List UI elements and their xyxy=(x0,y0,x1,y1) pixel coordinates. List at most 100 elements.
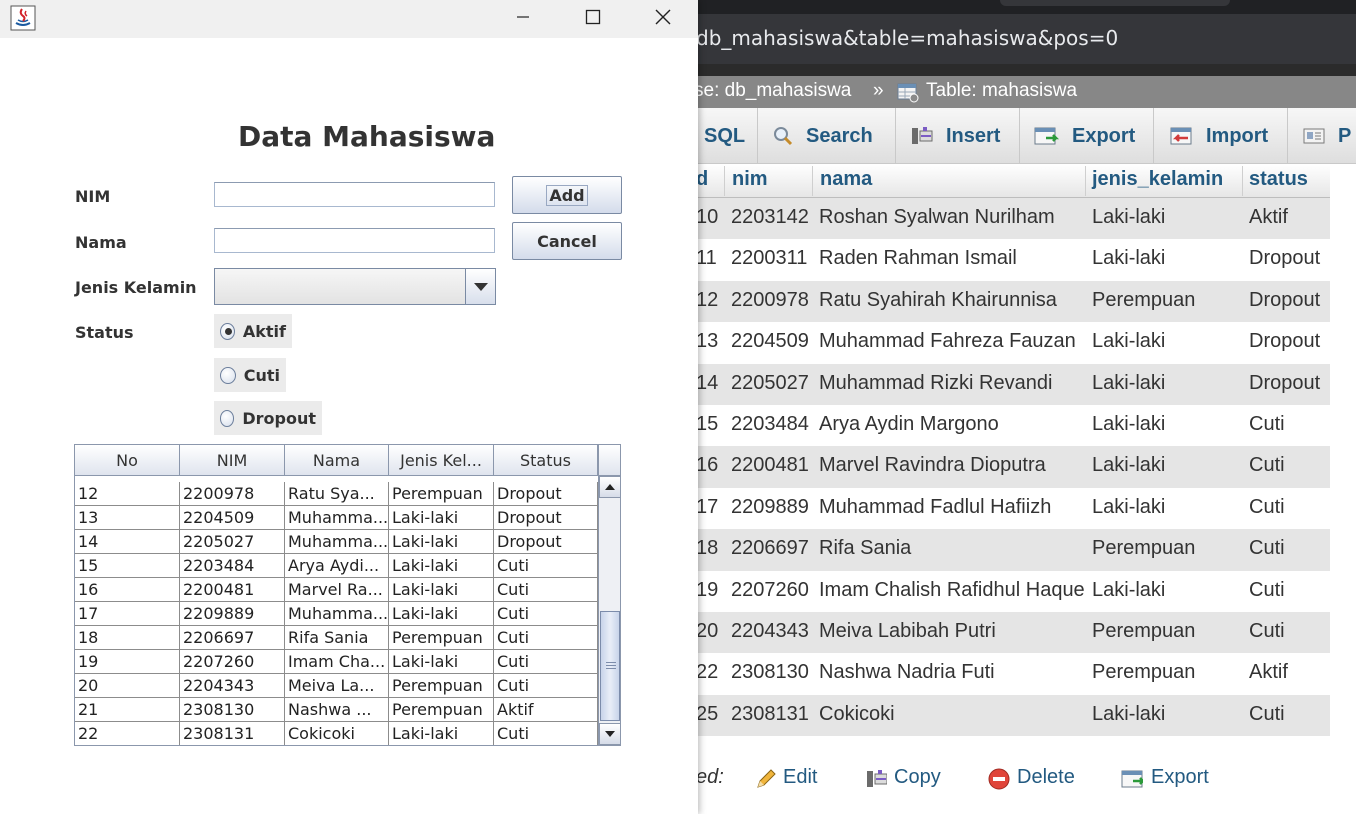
column-header-nim[interactable]: nim xyxy=(732,168,768,191)
radio-cuti[interactable]: Cuti xyxy=(214,358,286,392)
cell-nama: Arya Aydi... xyxy=(285,554,389,578)
maximize-button[interactable] xyxy=(558,0,628,34)
combobox-arrow-button[interactable] xyxy=(465,269,495,304)
cell-jenis-kelamin: Laki-laki xyxy=(389,722,494,745)
minimize-button[interactable] xyxy=(488,0,558,34)
cell-nim: 2206697 xyxy=(731,537,809,560)
tab-export[interactable]: Export xyxy=(1020,108,1154,164)
arrow-down-icon xyxy=(605,731,615,737)
jenis-kelamin-combobox[interactable] xyxy=(214,268,496,305)
cell-status: Cuti xyxy=(494,722,598,745)
tab-sql[interactable]: SQL xyxy=(690,108,758,164)
table-row[interactable]: 21 2308130 Nashwa ... Perempuan Aktif xyxy=(75,698,598,722)
column-header-nama[interactable]: Nama xyxy=(285,445,389,476)
pencil-icon xyxy=(757,769,776,788)
cell-no: 18 xyxy=(75,626,180,650)
cell-id: 13 xyxy=(696,330,719,353)
cell-nim: 2308130 xyxy=(731,661,809,684)
nama-field[interactable] xyxy=(214,228,495,253)
cell-status: Cuti xyxy=(1249,454,1285,477)
status-label: Status xyxy=(75,323,134,342)
cell-status: Cuti xyxy=(494,674,598,698)
cell-status: Dropout xyxy=(1249,288,1321,311)
radio-cuti-label: Cuti xyxy=(243,365,280,385)
cell-jenis-kelamin: Perempuan xyxy=(389,626,494,650)
column-header-status[interactable]: status xyxy=(1249,168,1308,191)
column-header-no[interactable]: No xyxy=(75,445,180,476)
breadcrumb-database[interactable]: se: db_mahasiswa xyxy=(694,80,851,102)
tab-privileges[interactable]: P xyxy=(1288,108,1356,164)
tab-search-label: Search xyxy=(806,124,873,147)
table-corner xyxy=(598,445,620,476)
column-header-nama[interactable]: nama xyxy=(820,168,872,191)
cell-nim: 2209889 xyxy=(180,602,285,626)
breadcrumb-table[interactable]: Table: mahasiswa xyxy=(926,80,1077,102)
table-row[interactable]: 16 2200481 Marvel Ra... Laki-laki Cuti xyxy=(75,578,598,602)
cell-nim: 2209889 xyxy=(731,495,809,518)
cell-nama: Cokicoki xyxy=(819,702,895,725)
table-row[interactable]: 18 2206697 Rifa Sania Perempuan Cuti xyxy=(75,626,598,650)
column-header-status[interactable]: Status xyxy=(494,445,598,476)
cell-status: Cuti xyxy=(1249,578,1285,601)
radio-aktif-indicator xyxy=(220,322,235,340)
scroll-down-button[interactable] xyxy=(599,723,620,745)
page-title: Data Mahasiswa xyxy=(238,120,496,153)
cell-status: Dropout xyxy=(494,482,598,506)
table-row[interactable]: 14 2205027 Muhamma... Laki-laki Dropout xyxy=(75,530,598,554)
export-selected-button[interactable]: Export xyxy=(1151,766,1209,789)
radio-dropout[interactable]: Dropout xyxy=(214,401,322,435)
cell-id: 11 xyxy=(696,247,717,270)
cell-status: Dropout xyxy=(1249,247,1321,270)
column-header-jenis-kelamin[interactable]: jenis_kelamin xyxy=(1092,168,1223,191)
add-button[interactable]: Add xyxy=(512,176,622,214)
cell-jenis-kelamin: Laki-laki xyxy=(1092,702,1166,725)
cell-jenis-kelamin: Perempuan xyxy=(389,698,494,722)
tab-insert[interactable]: Insert xyxy=(896,108,1020,164)
cell-nama: Rifa Sania xyxy=(285,626,389,650)
cell-jenis-kelamin: Perempuan xyxy=(389,482,494,506)
breadcrumb-separator: » xyxy=(873,80,884,101)
cancel-button-label: Cancel xyxy=(537,231,597,251)
cell-id: 10 xyxy=(696,206,719,228)
scroll-up-button[interactable] xyxy=(599,476,620,498)
tab-insert-label: Insert xyxy=(946,124,1001,147)
with-selected-label: ed: xyxy=(696,766,724,788)
table-row[interactable]: 22 2308131 Cokicoki Laki-laki Cuti xyxy=(75,722,598,745)
column-header-jenis-kelamin[interactable]: Jenis Kel... xyxy=(389,445,494,476)
tab-search[interactable]: Search xyxy=(758,108,896,164)
table-row[interactable]: 12 2200978 Ratu Sya... Perempuan Dropout xyxy=(75,482,598,506)
cell-status: Cuti xyxy=(1249,495,1285,518)
cell-status: Dropout xyxy=(494,506,598,530)
cell-nama: Marvel Ra... xyxy=(285,578,389,602)
cell-no: 22 xyxy=(75,722,180,745)
cell-jenis-kelamin: Laki-laki xyxy=(389,578,494,602)
cell-nama: Ratu Syahirah Khairunnisa xyxy=(819,288,1057,311)
cell-nama: Ratu Sya... xyxy=(285,482,389,506)
tab-privileges-label: P xyxy=(1338,124,1352,147)
table-row[interactable]: 19 2207260 Imam Cha... Laki-laki Cuti xyxy=(75,650,598,674)
edit-button[interactable]: Edit xyxy=(783,766,817,789)
table-row[interactable]: 17 2209889 Muhamma... Laki-laki Cuti xyxy=(75,602,598,626)
cell-no: 21 xyxy=(75,698,180,722)
scrollbar-thumb[interactable] xyxy=(600,611,620,721)
cancel-button[interactable]: Cancel xyxy=(512,222,622,260)
close-button[interactable] xyxy=(628,0,698,34)
tab-sql-label: SQL xyxy=(704,124,746,147)
column-header-nim[interactable]: NIM xyxy=(180,445,285,476)
cell-nim: 2200978 xyxy=(180,482,285,506)
nim-field[interactable] xyxy=(214,182,495,207)
radio-aktif[interactable]: Aktif xyxy=(214,314,292,348)
table-row[interactable]: 13 2204509 Muhamma... Laki-laki Dropout xyxy=(75,506,598,530)
cell-no: 20 xyxy=(75,674,180,698)
table-row[interactable]: 15 2203484 Arya Aydi... Laki-laki Cuti xyxy=(75,554,598,578)
cell-nama: Arya Aydin Margono xyxy=(819,413,999,435)
cell-nama: Raden Rahman Ismail xyxy=(819,247,1017,270)
table-row[interactable]: 20 2204343 Meiva La... Perempuan Cuti xyxy=(75,674,598,698)
copy-button[interactable]: Copy xyxy=(894,766,941,789)
window-titlebar[interactable] xyxy=(0,0,698,38)
maximize-icon xyxy=(585,9,601,25)
table-scrollbar[interactable] xyxy=(598,476,620,745)
cell-nama: Marvel Ravindra Dioputra xyxy=(819,454,1046,477)
tab-import[interactable]: Import xyxy=(1154,108,1288,164)
delete-button[interactable]: Delete xyxy=(1017,766,1075,789)
